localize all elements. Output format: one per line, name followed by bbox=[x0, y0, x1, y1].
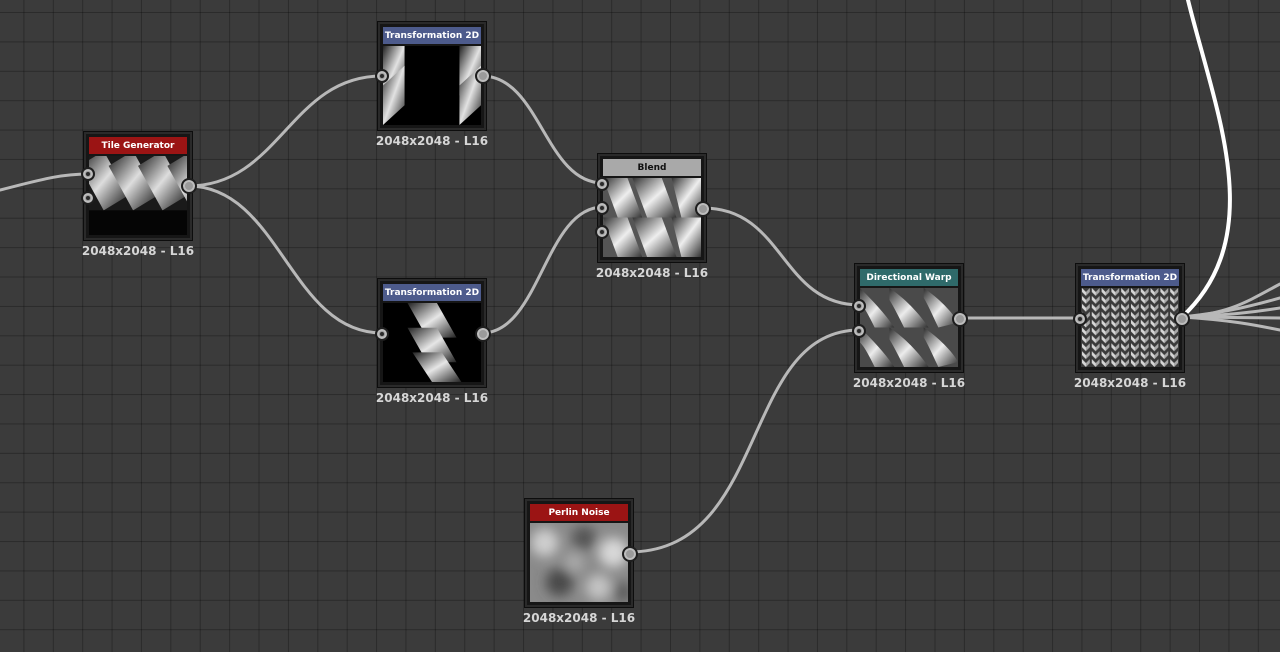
node-title: Transformation 2D bbox=[1081, 269, 1179, 286]
node-preview-thumbnail bbox=[530, 523, 628, 602]
wire-highlighted-out[interactable] bbox=[1180, 0, 1232, 319]
input-port[interactable] bbox=[852, 299, 866, 313]
input-port[interactable] bbox=[595, 225, 609, 239]
node-resolution: 2048x2048 - L16 bbox=[522, 611, 636, 625]
output-port[interactable] bbox=[695, 201, 711, 217]
wire-incoming-tile[interactable] bbox=[0, 172, 90, 192]
output-port[interactable] bbox=[181, 178, 197, 194]
node-preview-thumbnail bbox=[89, 156, 187, 235]
node-resolution: 2048x2048 - L16 bbox=[375, 134, 489, 148]
node-directional-warp[interactable]: Directional Warp 2048x2048 - L16 bbox=[852, 264, 968, 390]
input-port[interactable] bbox=[852, 324, 866, 338]
wire-transform-top-to-blend[interactable] bbox=[480, 74, 605, 185]
input-port[interactable] bbox=[81, 191, 95, 205]
node-transformation-2d-top[interactable]: Transformation 2D 2048x2048 - L16 bbox=[375, 22, 491, 148]
node-resolution: 2048x2048 - L16 bbox=[81, 244, 195, 258]
wire-tile-to-transform-top[interactable] bbox=[186, 74, 384, 188]
wire-perlin-to-warp[interactable] bbox=[627, 328, 862, 554]
node-title: Perlin Noise bbox=[530, 504, 628, 521]
node-title: Directional Warp bbox=[860, 269, 958, 286]
node-tile-generator[interactable]: Tile Generator 2048x2048 - L16 bbox=[81, 132, 197, 258]
node-transformation-2d-final[interactable]: Transformation 2D 2048x2048 - L16 bbox=[1073, 264, 1190, 390]
input-port[interactable] bbox=[1073, 312, 1087, 326]
output-port[interactable] bbox=[475, 68, 491, 84]
output-port[interactable] bbox=[475, 326, 491, 342]
input-port[interactable] bbox=[595, 177, 609, 191]
node-resolution: 2048x2048 - L16 bbox=[375, 391, 489, 405]
node-resolution: 2048x2048 - L16 bbox=[1073, 376, 1187, 390]
node-title: Transformation 2D bbox=[383, 27, 481, 44]
input-port[interactable] bbox=[375, 69, 389, 83]
wire-tile-to-transform-bottom[interactable] bbox=[186, 184, 384, 335]
output-port[interactable] bbox=[952, 311, 968, 327]
node-preview-thumbnail bbox=[860, 288, 958, 367]
node-preview-thumbnail bbox=[383, 46, 481, 125]
node-resolution: 2048x2048 - L16 bbox=[595, 266, 709, 280]
node-blend[interactable]: Blend 2048x2048 - L16 bbox=[595, 154, 711, 280]
node-resolution: 2048x2048 - L16 bbox=[852, 376, 966, 390]
node-transformation-2d-bottom[interactable]: Transformation 2D 2048x2048 - L16 bbox=[375, 279, 491, 405]
node-title: Transformation 2D bbox=[383, 284, 481, 301]
wire-blend-to-warp[interactable] bbox=[701, 206, 862, 307]
node-preview-thumbnail bbox=[1081, 288, 1179, 367]
output-port[interactable] bbox=[622, 546, 638, 562]
node-title: Tile Generator bbox=[89, 137, 187, 154]
node-perlin-noise[interactable]: Perlin Noise 2048x2048 - L16 bbox=[523, 499, 638, 625]
input-port[interactable] bbox=[595, 201, 609, 215]
input-port[interactable] bbox=[375, 327, 389, 341]
output-port[interactable] bbox=[1174, 311, 1190, 327]
node-preview-thumbnail bbox=[383, 303, 481, 382]
node-preview-thumbnail bbox=[603, 178, 701, 257]
input-port[interactable] bbox=[81, 167, 95, 181]
node-title: Blend bbox=[603, 159, 701, 176]
